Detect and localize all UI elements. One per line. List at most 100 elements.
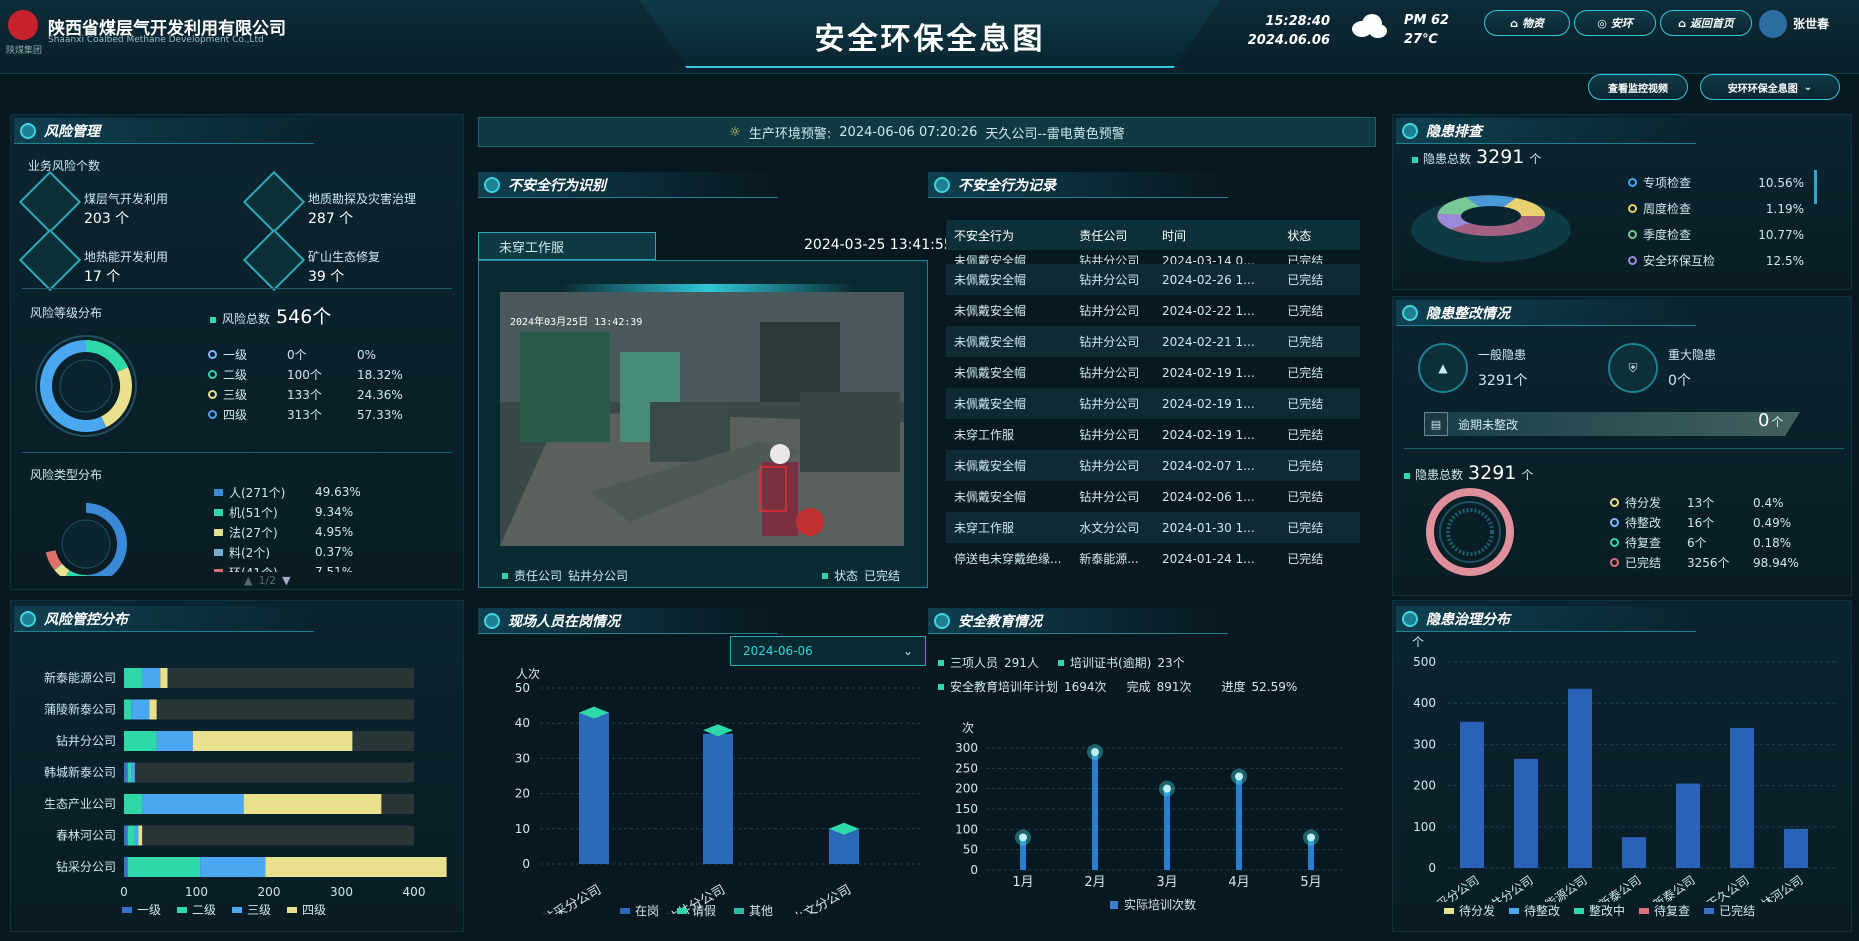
table-row[interactable]: 未佩戴安全帽 钻井分公司 2024-02-22 1... 已完结 xyxy=(946,295,1360,326)
camera-snapshot[interactable] xyxy=(500,292,904,546)
donut-slice xyxy=(65,570,87,576)
view-switch-dropdown[interactable]: 安环环保全息图 ⌄ xyxy=(1700,74,1840,100)
bar xyxy=(703,733,733,864)
risk-type-legend-item: 法(27个) 4.95% xyxy=(214,522,414,542)
y-tick-label: 50 xyxy=(515,681,530,695)
table-row[interactable]: 未佩戴安全帽 钻井分公司 2024-02-07 1... 已完结 xyxy=(946,450,1360,481)
bar-segment xyxy=(124,699,132,720)
legend-item[interactable]: 待复查 xyxy=(1639,902,1690,919)
y-tick-label: 500 xyxy=(1413,655,1436,669)
table-row[interactable]: 未佩戴安全帽 钻井分公司 2024-02-19 1... 已完结 xyxy=(946,388,1360,419)
bar-segment xyxy=(142,668,161,688)
unsafe-record-table: 不安全行为 责任公司 时间 状态 未佩戴安全帽 钻井分公司 2024-03-14 0... 已… xyxy=(946,220,1360,574)
legend-item[interactable]: 待分发 xyxy=(1444,902,1495,919)
risk-level-legend-item: 三级 133个 24.36% xyxy=(208,386,403,403)
risk-category-count: 39 个 xyxy=(308,269,345,285)
legend-item[interactable]: 其他 xyxy=(734,902,773,919)
legend-item[interactable]: 二级 xyxy=(177,901,216,918)
home-icon: ⌂ xyxy=(1678,16,1686,30)
nav-safety-button[interactable]: ◎ 安环 xyxy=(1574,10,1656,36)
nav-materials-button[interactable]: ⌂ 物资 xyxy=(1484,10,1570,36)
legend-item[interactable]: 三级 xyxy=(232,901,271,918)
table-cell: 未佩戴安全帽 xyxy=(946,450,1072,481)
legend-item[interactable]: 整改中 xyxy=(1574,902,1625,919)
risk-type-title: 风险类型分布 xyxy=(30,468,103,482)
donut-center xyxy=(61,519,111,569)
avatar[interactable] xyxy=(1759,10,1787,38)
table-cell: 未佩戴安全帽 xyxy=(954,490,1027,504)
table-cell: 2024-03-14 0... xyxy=(1162,254,1255,264)
unsafe-record-title: 不安全行为记录 xyxy=(928,172,1228,198)
legend-item[interactable]: 待整改 xyxy=(1509,902,1560,919)
hazard-legend-item: 安全环保互检 12.5% xyxy=(1628,252,1804,269)
table-cell: 已完结 xyxy=(1287,428,1324,442)
table-cell: 未佩戴安全帽 xyxy=(946,326,1072,357)
panel-marker-icon xyxy=(20,610,36,627)
table-row[interactable]: 未佩戴安全帽 钻井分公司 2024-03-14 0... 已完结 xyxy=(946,250,1360,264)
y-axis-label: 次 xyxy=(962,721,974,735)
table-cell: 钻井分公司 xyxy=(1071,388,1154,419)
hazard-legend-scrollbar[interactable] xyxy=(1814,170,1817,204)
view-video-button[interactable]: 查看监控视频 xyxy=(1588,74,1688,100)
x-tick-label: 200 xyxy=(258,885,281,899)
onsite-date-select[interactable]: 2024-06-06 ⌄ xyxy=(730,636,926,666)
bar-track xyxy=(124,825,414,846)
y-tick-label: 0 xyxy=(970,863,978,877)
donut-slice xyxy=(54,563,70,576)
x-tick-label: 5月 xyxy=(1300,875,1321,888)
x-tick-label: 天久公司 xyxy=(1704,873,1751,902)
bar xyxy=(1568,688,1592,868)
x-tick-label: 韩城新泰公司 xyxy=(1576,872,1644,902)
document-icon: ▤ xyxy=(1424,412,1448,436)
nav-home-button[interactable]: ⌂ 返回首页 xyxy=(1660,10,1752,36)
table-cell: 2024-02-19 1... xyxy=(1162,427,1255,442)
rectify-status-item: 已完结 3256个 98.94% xyxy=(1610,554,1799,571)
legend-item[interactable]: 在岗 xyxy=(620,902,659,919)
table-row[interactable]: 未佩戴安全帽 钻井分公司 2024-02-21 1... 已完结 xyxy=(946,326,1360,357)
weather-info: PM 62 27℃ xyxy=(1404,11,1449,49)
x-tick-label: 钻井分公司 xyxy=(1478,872,1536,902)
risk-level-legend-item: 四级 313个 57.33% xyxy=(208,406,403,423)
table-row[interactable]: 未佩戴安全帽 钻井分公司 2024-02-06 1... 已完结 xyxy=(946,481,1360,512)
risk-type-legend-item: 环(41个)7.51% xyxy=(214,562,414,572)
user-name[interactable]: 张世春 xyxy=(1793,15,1829,32)
rectify-status-item: 待整改 16个 0.49% xyxy=(1610,514,1791,531)
page-title: 安全环保全息图 xyxy=(814,22,1046,57)
donut-slice xyxy=(53,563,63,571)
general-hazard-label: 一般隐患 xyxy=(1478,348,1527,362)
table-row[interactable]: 未佩戴安全帽 钻井分公司 2024-02-19 1... 已完结 xyxy=(946,357,1360,388)
table-cell: 已完结 xyxy=(1279,450,1360,481)
legend-item[interactable]: 四级 xyxy=(287,901,326,918)
panel-marker-icon xyxy=(1402,122,1418,139)
bar-dot xyxy=(1307,833,1315,842)
table-row[interactable]: 停送电未穿戴绝缘... 新泰能源... 2024-01-24 1... 已完结 xyxy=(946,543,1360,574)
risk-level-legend-item: 二级 100个 18.32% xyxy=(208,366,403,383)
legend-item[interactable]: 请假 xyxy=(677,902,716,919)
risk-type-pager[interactable]: ▲ 1/2 ▼ xyxy=(244,574,291,587)
table-row[interactable]: 未佩戴安全帽 钻井分公司 2024-02-26 1... 已完结 xyxy=(946,264,1360,295)
bar-dot xyxy=(1019,833,1027,842)
bar-segment xyxy=(124,668,143,688)
triangle-up-icon[interactable]: ▲ xyxy=(244,574,252,587)
onsite-legend: 在岗 请假 其他 xyxy=(620,902,773,919)
legend-item[interactable]: 已完结 xyxy=(1704,902,1755,919)
table-row[interactable]: 未穿工作服 水文分公司 2024-01-30 1... 已完结 xyxy=(946,512,1360,543)
bar xyxy=(1676,783,1700,868)
table-cell: 已完结 xyxy=(1279,326,1360,357)
triangle-down-icon[interactable]: ▼ xyxy=(282,574,290,587)
unsafe-record-table-wrap[interactable]: 不安全行为 责任公司 时间 状态 未佩戴安全帽 钻井分公司 2024-03-14 0... 已… xyxy=(946,220,1360,582)
major-hazard-label: 重大隐患 xyxy=(1668,348,1717,362)
risk-category-name: 矿山生态修复 xyxy=(308,250,381,264)
y-tick-label: 200 xyxy=(955,782,978,796)
warning-triangle-icon: ▲ xyxy=(1418,343,1468,393)
hazard-title: 隐患排查 xyxy=(1396,118,1696,144)
hazard-total: 隐患总数 3291 个 xyxy=(1412,146,1541,168)
hazard-legend-item: 季度检查 10.77% xyxy=(1628,226,1804,243)
x-tick-label: 新泰能源公司 xyxy=(1522,872,1590,902)
clock-date: 2024.06.06 xyxy=(1247,33,1330,48)
table-row[interactable]: 未穿工作服 钻井分公司 2024-02-19 1... 已完结 xyxy=(946,419,1360,450)
bar xyxy=(1164,788,1170,870)
table-cell: 钻井分公司 xyxy=(1079,366,1140,380)
bar xyxy=(1622,837,1646,868)
legend-item[interactable]: 一级 xyxy=(122,901,161,918)
